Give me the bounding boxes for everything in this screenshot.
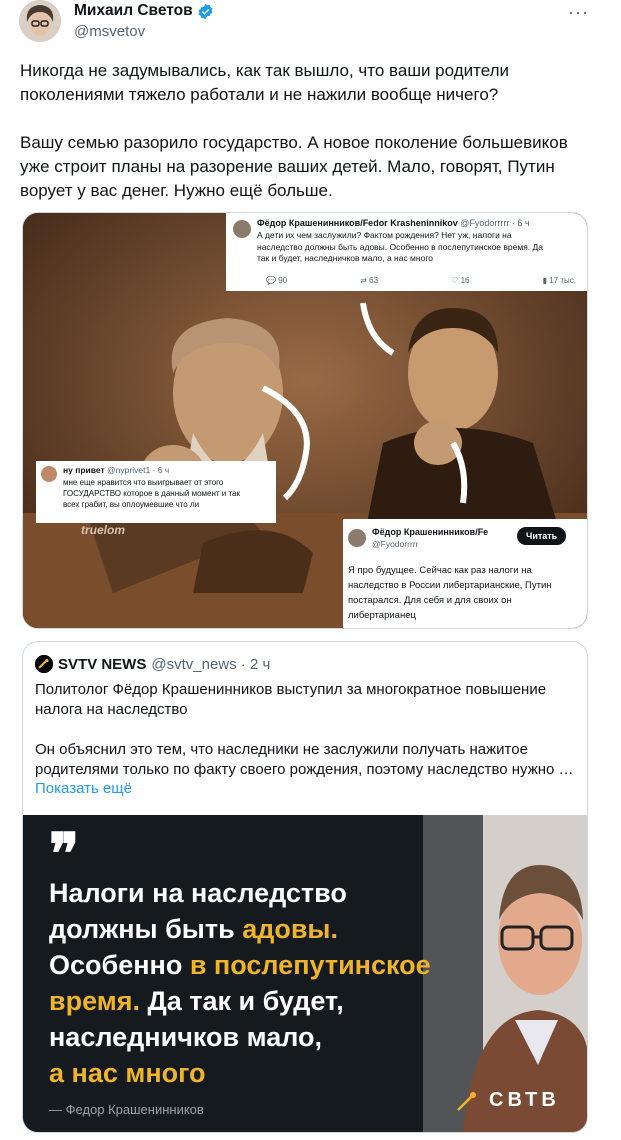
tweet-handle: @nyprivet1 · 6 ч (107, 465, 170, 475)
card-line-1: Налоги на наследство (49, 878, 347, 908)
quoted-tweet-header: SVTV NEWS @svtv_news · 2 ч (35, 655, 270, 673)
tweet-line: всех грабит, вы оплоумевшие что ли (63, 500, 200, 509)
show-more-link[interactable]: Показать ещё (35, 780, 132, 797)
quoted-paragraph-2: Он объяснил это тем, что наследники не з… (35, 740, 580, 780)
quoted-author[interactable]: SVTV NEWS (58, 656, 146, 673)
svtv-avatar-icon (35, 655, 53, 673)
post-image[interactable]: truelom Фёдор Крашенинников/Fedor Krashe… (22, 212, 588, 629)
quoted-line: Он объяснил это тем, что наследники не з… (35, 741, 528, 758)
tweet-handle: @Fyodorrrrr (372, 539, 419, 549)
retweet-count: ⇄ 63 (360, 276, 379, 285)
tweet-author: Фёдор Крашенинников/Fedor Krasheninnikov (257, 218, 458, 228)
tweet-line: ГОСУДАРСТВО которое в данный момент и та… (63, 489, 240, 498)
tweet-line: либертарианец (348, 610, 416, 621)
svtv-logo: СВТВ (455, 1087, 560, 1113)
post-line: ворует у вас денег. Нужно ещё больше. (20, 181, 333, 200)
tweet-author: ну привет (63, 465, 105, 475)
embedded-tweet-left: ну привет @nyprivet1 · 6 ч мне еще нрави… (36, 461, 276, 523)
tweet-line: так и будет, наследничков мало, а нас мн… (257, 253, 433, 263)
card-line-3: Особенно в послепутинское (49, 950, 431, 980)
tweet-line: наследство должны быть адовы. Особенно в… (257, 241, 544, 252)
follow-button[interactable]: Читать (517, 527, 567, 545)
card-line-4: время. Да так и будет, (49, 986, 344, 1016)
post-line: Вашу семью разорило государство. А новое… (20, 133, 568, 152)
tweet-handle: @Fyodorrrrr · 6 ч (460, 218, 530, 228)
embedded-tweet-right: Фёдор Крашенинников/Fe @Fyodorrrrr Читат… (343, 519, 587, 628)
tweet-line: Я про будущее. Сейчас как раз налоги на (348, 565, 532, 576)
post-line: Никогда не задумывались, как так вышло, … (20, 61, 510, 80)
quoted-line: налога на наследство (35, 701, 188, 718)
tweet-line: постарался. Для себя и для своих он (348, 595, 512, 606)
card-line-5: наследничков мало, (49, 1022, 323, 1052)
quoted-line: Политолог Фёдор Крашенинников выступил з… (35, 681, 547, 698)
svtv-logo-icon (457, 1092, 476, 1111)
tweet-line: А дети их чем заслужили? Фактом рождения… (257, 230, 512, 240)
more-options-icon[interactable]: ··· (568, 2, 589, 23)
tweet-line: мне еще нравится что выигрывает от этого (63, 478, 224, 487)
author-handle[interactable]: @msvetov (74, 23, 145, 40)
post-line: поколениями тяжело работали и не нажили … (20, 85, 499, 104)
watermark: truelom (81, 523, 126, 537)
author-name[interactable]: Михаил Светов (74, 2, 214, 20)
quoted-paragraph-1: Политолог Фёдор Крашенинников выступил з… (35, 680, 580, 720)
quoted-line: родителями только по факту своего рожден… (35, 761, 574, 778)
card-line-6: а нас много (49, 1058, 206, 1088)
like-count: ♡ 16 (451, 276, 470, 285)
quoted-image[interactable]: ❞ Налоги на наследство должны быть адовы… (23, 815, 587, 1132)
svtv-logo-text: СВТВ (489, 1088, 560, 1111)
author-name-text[interactable]: Михаил Светов (74, 2, 193, 20)
tweet-line: наследство в России либертарианские, Пут… (348, 580, 552, 591)
author-avatar[interactable] (19, 0, 61, 42)
post-paragraph-1: Никогда не задумывались, как так вышло, … (20, 59, 605, 107)
card-attribution: — Федор Крашенинников (49, 1102, 204, 1117)
tweet-avatar (348, 529, 366, 547)
tweet-avatar (233, 220, 251, 238)
post-paragraph-2: Вашу семью разорило государство. А новое… (20, 131, 605, 203)
tweet-author: Фёдор Крашенинников/Fe (372, 527, 489, 537)
reply-count: 💬 90 (266, 276, 288, 285)
views-count: ▮ 17 тыс. (542, 276, 576, 285)
post-line: уже строит планы на разорение ваших дете… (20, 157, 555, 176)
embedded-tweet-top: Фёдор Крашенинников/Fedor Krasheninnikov… (226, 213, 587, 291)
quoted-handle[interactable]: @svtv_news · 2 ч (151, 656, 270, 673)
quoted-tweet[interactable]: SVTV NEWS @svtv_news · 2 ч Политолог Фёд… (22, 641, 588, 1133)
tweet-avatar (41, 466, 57, 482)
verified-badge-icon (198, 3, 213, 19)
card-line-2: должны быть адовы. (49, 914, 338, 944)
